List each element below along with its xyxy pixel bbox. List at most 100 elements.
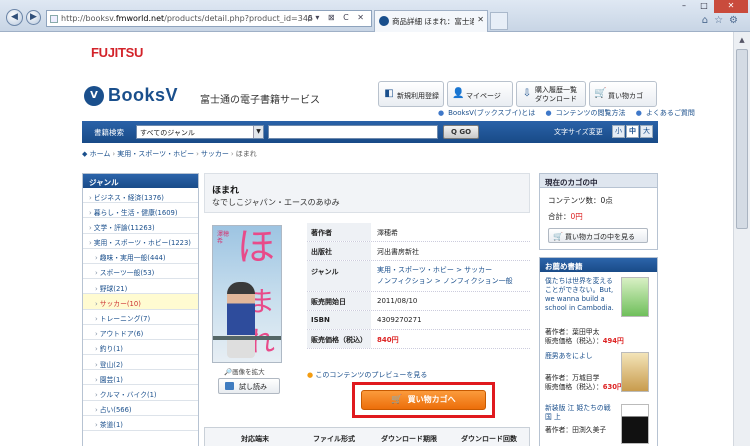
sidebar-item-climbing[interactable]: › 登山(2) [83,355,198,371]
address-tools[interactable]: ρ▾ ⊠ C ✕ [307,13,367,22]
font-size-large-button[interactable]: 大 [640,125,653,138]
fujitsu-logo[interactable]: FUJITSU [91,45,143,60]
product-title: ほまれ [212,186,240,196]
user-icon: 👤 [452,88,465,99]
close-window-button[interactable]: ✕ [714,0,748,13]
window-controls: – □ ✕ [674,0,748,13]
col-device: 対応端末 [241,435,269,443]
sidebar-item-training[interactable]: › トレーニング(7) [83,310,198,325]
sidebar-item-cars-bikes[interactable]: › クルマ・バイク(1) [83,385,198,401]
genre-select[interactable]: すべてのジャンル ▼ [136,125,264,139]
purchase-history-label: 購入履歴一覧 ダウンロード [535,86,577,103]
tab-favicon-icon [379,16,389,26]
booksv-logo-text[interactable]: BooksV [108,85,178,106]
info-row-author: 著作者 澤穂希 [307,223,530,242]
new-tab-button[interactable] [490,12,508,30]
minimize-button[interactable]: – [674,0,694,13]
font-size-small-button[interactable]: 小 [612,125,625,138]
mypage-button[interactable]: 👤 マイページ [447,81,513,107]
sidebar-item-fortune[interactable]: › 占い(566) [83,401,198,416]
publisher-value: 河出書房新社 [377,248,419,256]
recommended-title: お薦め書籍 [540,258,657,272]
sidebar-item-hobby-general[interactable]: › 趣味・実用一般(444) [83,249,198,264]
trial-read-button[interactable]: 試し読み [218,378,280,394]
sidebar-item-gardening[interactable]: › 園芸(1) [83,370,198,386]
search-go-button[interactable]: Q GO [443,125,479,139]
address-bar[interactable]: http://booksv.fmworld.net/products/detai… [46,10,372,27]
browser-tools-icons[interactable]: ⌂☆⚙ [702,15,744,26]
cart-icon: 🛒 [391,395,403,405]
browser-tab[interactable]: 商品詳細 ほまれ：富士通... ✕ [374,10,488,32]
preview-link[interactable]: ● このコンテンツのプレビューを見る [307,370,427,380]
cover-title-text: ほ [237,225,276,269]
font-size-label: 文字サイズ変更 [554,128,603,136]
col-count: ダウンロード回数 [461,435,517,443]
sidebar-item-outdoor[interactable]: › アウトドア(6) [83,325,198,340]
cover-figure [227,282,255,358]
help-dot-icon: ● [635,109,642,117]
rec-cover-image[interactable] [621,404,649,444]
register-button[interactable]: ◧ 新規利用登録 [378,81,444,107]
scroll-thumb[interactable] [736,49,748,229]
view-cart-button[interactable]: 🛒 買い物カゴの中を見る [548,228,648,243]
search-input[interactable] [268,125,438,139]
rec-title[interactable]: 新装版 江 姫たちの戦国 上 [545,404,615,422]
home-icon: ◆ [82,150,88,158]
rec-cover-image[interactable] [621,352,649,392]
release-value: 2011/08/10 [377,297,418,305]
trial-read-label: 試し読み [239,383,267,391]
breadcrumb-item[interactable]: 実用・スポーツ・ホビー [117,150,194,158]
info-row-price: 販売価格（税込） 840円 [307,330,530,349]
product-detail: ほまれ なでしこジャパン・エースのあゆみ 澤穂希 ほ まれ 🔎画像を拡大 試し読… [204,173,530,446]
browser-chrome: ◀ ▶ http://booksv.fmworld.net/products/d… [0,0,750,32]
breadcrumb-item[interactable]: サッカー [201,150,229,158]
help-link-howto[interactable]: コンテンツの閲覧方法 [556,109,626,117]
font-size-medium-button[interactable]: 中 [626,125,639,138]
rec-title[interactable]: 僕たちは世界を変えることができない。But, we wanna build a … [545,277,615,313]
product-title-box: ほまれ なでしこジャパン・エースのあゆみ [204,173,530,213]
vertical-scrollbar[interactable]: ▲ [733,32,750,446]
scroll-up-arrow-icon[interactable]: ▲ [735,33,749,47]
sidebar-item-tea-ceremony[interactable]: › 茶道(1) [83,416,198,431]
sidebar-item-living[interactable]: › 暮らし・生活・健康(1609) [83,203,198,219]
genre-links[interactable]: 実用・スポーツ・ホビー > サッカー ノンフィクション > ノンフィクション一般 [377,265,513,287]
add-to-cart-label: 買い物カゴへ [407,395,456,404]
help-link-faq[interactable]: よくあるご質問 [646,109,695,117]
sidebar-item-literature[interactable]: › 文学・評論(11263) [83,218,198,234]
rec-cover-image[interactable] [621,277,649,317]
book-cover-image[interactable]: 澤穂希 ほ まれ [212,225,282,363]
sidebar-item-fishing[interactable]: › 釣り(1) [83,340,198,356]
rec-title[interactable]: 鹿男あをによし [545,352,615,361]
cart-icon: 🛒 [553,232,563,241]
register-label: 新規利用登録 [397,92,439,100]
info-row-release: 販売開始日 2011/08/10 [307,292,530,311]
booksv-logo-icon[interactable]: V [84,86,104,106]
current-cart-box: 現在のカゴの中 コンテンツ数：0点 合計：0円 🛒 買い物カゴの中を見る [539,173,658,250]
sidebar-item-soccer[interactable]: › サッカー(10) [83,294,198,310]
purchase-history-button[interactable]: ⇩ 購入履歴一覧 ダウンロード [516,81,586,107]
enlarge-image-link[interactable]: 🔎画像を拡大 [224,366,265,376]
page-viewport: FUJITSU V BooksV 富士通の電子書籍サービス ◧ 新規利用登録 👤… [0,32,733,446]
sidebar-item-business[interactable]: › ビジネス・経済(1376) [83,188,198,204]
sidebar-item-sports-general[interactable]: › スポーツ一般(53) [83,264,198,280]
help-links: ● BooksV(ブックスブイ)とは ● コンテンツの閲覧方法 ● よくあるご質問 [430,108,695,118]
breadcrumb: ◆ ホーム › 実用・スポーツ・ホビー › サッカー › ほまれ [82,149,257,159]
back-button[interactable]: ◀ [6,9,23,26]
sidebar-item-sports-hobby[interactable]: › 実用・スポーツ・ホビー(1223) [83,234,198,249]
preview-dot-icon: ● [307,371,314,379]
chevron-down-icon: ▼ [253,126,263,138]
help-link-about[interactable]: BooksV(ブックスブイ)とは [448,109,535,117]
product-subtitle: なでしこジャパン・エースのあゆみ [212,198,340,207]
add-to-cart-button[interactable]: 🛒 買い物カゴへ [361,390,486,410]
mypage-label: マイページ [466,92,501,100]
tab-close-icon[interactable]: ✕ [477,15,484,24]
search-bar: 書籍検索 すべてのジャンル ▼ Q GO 文字サイズ変更 小 中 大 [82,121,658,143]
forward-button[interactable]: ▶ [26,10,41,25]
author-value: 澤穂希 [377,229,398,237]
site-tagline: 富士通の電子書籍サービス [200,95,320,106]
header-cart-button[interactable]: 🛒 買い物カゴ [589,81,657,107]
breadcrumb-home[interactable]: ホーム [90,150,111,158]
maximize-button[interactable]: □ [694,0,714,13]
price-value: 840円 [377,336,399,344]
sidebar-item-baseball[interactable]: › 野球(21) [83,279,198,295]
